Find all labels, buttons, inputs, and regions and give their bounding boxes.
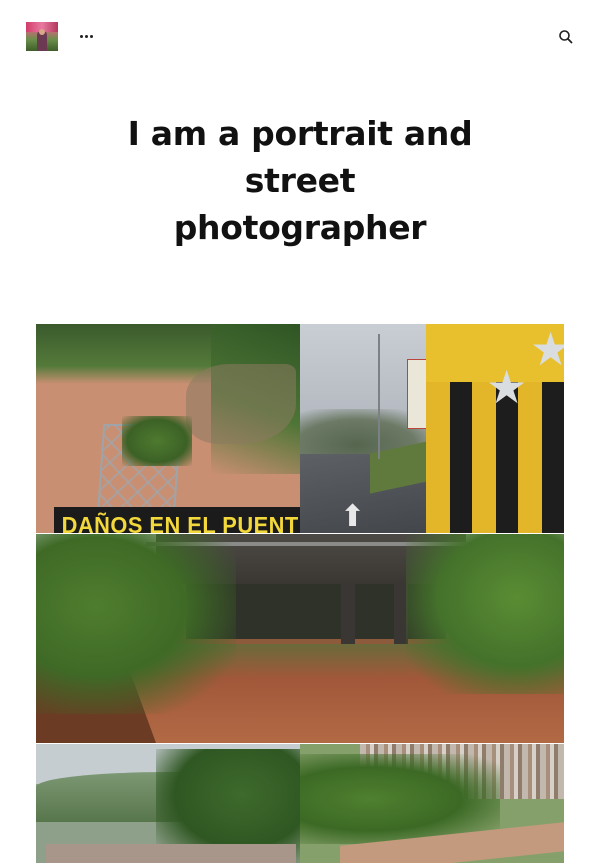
page-title: I am a portrait and street photographer [127, 114, 473, 247]
gallery-image-hillside-town[interactable] [300, 744, 564, 863]
avatar-face [39, 29, 45, 35]
search-icon [559, 30, 573, 44]
image-vegetation-left [36, 534, 236, 714]
search-button[interactable] [556, 27, 576, 47]
star-icon: ★ [486, 360, 528, 414]
ellipsis-icon-dot [84, 34, 88, 38]
image-tree [122, 416, 192, 466]
site-logo-avatar[interactable] [26, 22, 58, 51]
image-billboard [407, 359, 427, 429]
gallery-image-bridge-river[interactable] [36, 534, 564, 743]
gallery-image-foggy-street[interactable]: ★ ★ ⬆ [300, 324, 564, 533]
image-riverbank [186, 364, 296, 444]
image-river [46, 844, 296, 863]
road-arrow-icon: ⬆ [340, 499, 366, 533]
site-header [0, 0, 600, 72]
image-trees [300, 754, 500, 844]
more-menu-button[interactable] [77, 26, 95, 46]
ellipsis-icon [79, 34, 83, 38]
gallery-image-river-valley[interactable] [36, 744, 300, 863]
image-caption: DAÑOS EN EL PUENTE [54, 507, 300, 533]
image-street-pole [378, 334, 380, 459]
gallery-image-flooded-bridge[interactable]: DAÑOS EN EL PUENTE [36, 324, 300, 533]
star-icon: ★ [530, 324, 564, 376]
ellipsis-icon-dot [89, 34, 93, 38]
image-vegetation-right [406, 534, 564, 694]
photo-gallery: DAÑOS EN EL PUENTE ★ ★ ⬆ [36, 324, 564, 863]
image-bridge-pillar [341, 584, 355, 644]
